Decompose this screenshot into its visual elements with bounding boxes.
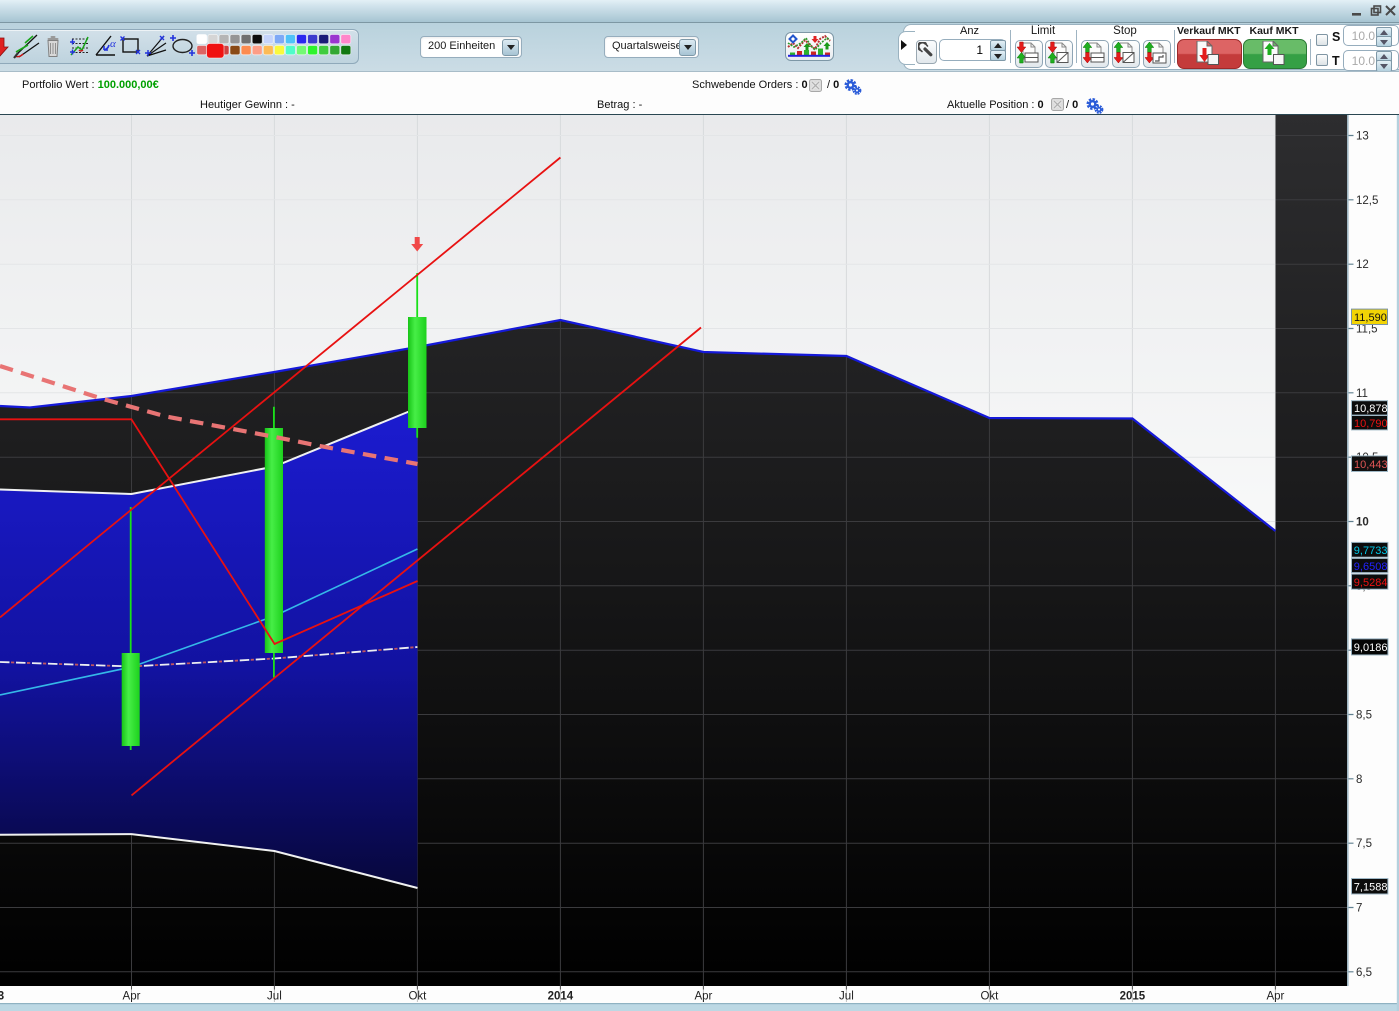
svg-text:11,5: 11,5 — [1356, 324, 1378, 336]
svg-text:11: 11 — [1356, 388, 1368, 400]
svg-text:3: 3 — [0, 991, 4, 1003]
svg-text:Okt: Okt — [980, 991, 999, 1003]
svg-text:10,443: 10,443 — [1354, 459, 1388, 471]
svg-text:12,5: 12,5 — [1356, 195, 1378, 207]
svg-text:11,590: 11,590 — [1354, 312, 1387, 324]
svg-text:8: 8 — [1356, 774, 1362, 786]
svg-text:13: 13 — [1356, 131, 1369, 143]
svg-text:12: 12 — [1356, 259, 1369, 271]
svg-text:Jul: Jul — [839, 991, 854, 1003]
svg-text:2015: 2015 — [1120, 991, 1146, 1003]
svg-text:8,5: 8,5 — [1356, 710, 1372, 722]
svg-text:Apr: Apr — [123, 991, 141, 1003]
svg-text:Jul: Jul — [267, 991, 282, 1003]
svg-text:Okt: Okt — [408, 991, 427, 1003]
svg-text:α: α — [110, 38, 116, 50]
svg-text:Apr: Apr — [1266, 991, 1284, 1003]
svg-text:7: 7 — [1356, 903, 1362, 915]
svg-text:9,6508: 9,6508 — [1354, 561, 1388, 573]
svg-text:10,878: 10,878 — [1354, 403, 1388, 415]
svg-text:9,7733: 9,7733 — [1354, 545, 1388, 557]
svg-text:9,5284: 9,5284 — [1354, 577, 1388, 589]
svg-text:10: 10 — [1356, 517, 1369, 529]
svg-text:10,790: 10,790 — [1354, 418, 1388, 430]
svg-text:6,5: 6,5 — [1356, 967, 1372, 979]
svg-text:2014: 2014 — [548, 991, 574, 1003]
svg-text:7,1588: 7,1588 — [1354, 882, 1388, 894]
svg-text:Apr: Apr — [694, 991, 712, 1003]
svg-text:7,5: 7,5 — [1356, 838, 1372, 850]
svg-text:9,0186: 9,0186 — [1354, 642, 1388, 654]
